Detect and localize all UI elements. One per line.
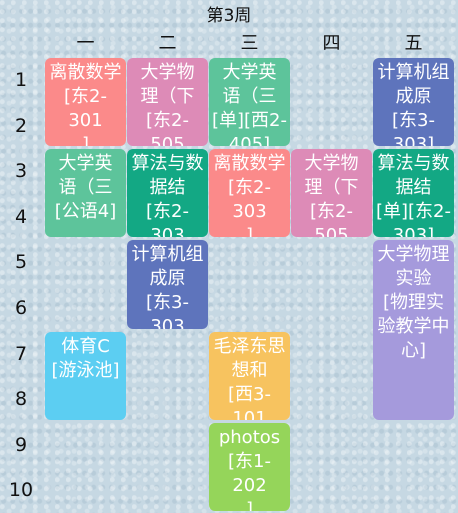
course-text-line: 离散数学 [49,62,122,83]
course-block[interactable]: 计算机组成原 [东3-303] [373,58,454,147]
course-text-line: 303] [392,225,435,238]
course-text-line: 语（三 [222,86,277,107]
course-text-line: [东2-505 [310,201,353,238]
course-text-line: 语（三 [58,177,113,199]
course-text-line: [东2-303 [146,201,189,238]
period-number: 3 [14,160,28,183]
period-number: 8 [14,388,28,411]
course-text-line: 计算机组 [131,244,204,266]
course-text-line: photos [218,426,281,448]
course-text-line: ] [245,498,254,511]
course-block[interactable]: photos [东1-202] [209,422,290,511]
course-text-line: [游泳池] [51,359,120,381]
week-title[interactable]: 第3周 [0,3,458,29]
course-text-line: [单][东2- [375,201,451,223]
course-text-line: 心] [400,340,427,362]
course-block[interactable]: 毛泽东思想和[西3-101] [209,331,290,420]
course-block[interactable]: 离散数学 [东2-303] [209,149,290,238]
course-text-line: [西3-101 [228,383,271,420]
period-number: 6 [14,297,28,319]
course-block[interactable]: 大学英 语（三 [公语4] [45,149,126,238]
course-text-line: 大学英 [222,62,277,83]
course-text-line: 理（下 [140,86,195,107]
course-text-line: ] [81,134,90,147]
course-block[interactable]: 大学英语（三 [单][西2- 405] [209,58,290,147]
course-text-line: 大学英 [58,153,113,175]
course-text-line: [东3-303 [146,292,189,329]
day-header-3: 三 [240,33,259,54]
course-block[interactable]: 离散数学 [东2-301] [45,58,126,147]
course-block[interactable]: 算法与数据结[东2-303] [127,149,208,238]
course-block[interactable]: 计算机组成原[东3-303] [127,240,208,329]
course-text-line: 想和 [231,359,268,381]
course-text-line: 离散数学 [213,153,286,175]
course-text-line: [东2-505 [146,110,189,147]
period-number: 4 [14,205,28,228]
period-number: 7 [14,342,28,365]
course-text-line: [公语4] [54,201,117,223]
course-text-line: 成原 [149,268,186,290]
course-block[interactable]: 大学物理（下[东2-505] [291,149,372,238]
course-text-line: [单][西2- [211,110,287,131]
day-header-2: 二 [158,33,177,54]
course-text-line: [东3-303] [392,110,435,147]
course-text-line: [东1-202 [228,450,271,496]
course-text-line: 实验 [395,268,432,290]
course-text-line: 验教学中 [377,316,450,338]
course-block[interactable]: 大学物理 实验 [物理实 验教学中 心] [373,240,454,420]
course-text-line: ] [245,225,254,238]
course-text-line: 据结 [149,177,186,199]
period-number: 5 [14,251,28,274]
course-text-line: [东2-301 [64,86,107,131]
period-number: 1 [14,69,28,91]
course-text-line: [物理实 [382,292,445,314]
period-number: 10 [8,479,34,502]
course-text-line: 理（下 [304,177,359,199]
course-text-line: 大学物 [304,153,359,175]
course-block[interactable]: 算法与数 据结 [单][东2- 303] [373,149,454,238]
course-text-line: 大学物理 [377,244,450,266]
course-block[interactable]: 体育C [游泳池] [45,331,126,420]
course-text-line: 算法与数 [131,153,204,175]
course-text-line: 体育C [61,335,110,357]
period-number: 9 [14,433,28,456]
course-text-line: 毛泽东思 [213,335,286,357]
course-text-line: 405] [228,134,271,147]
course-text-line: 据结 [395,177,432,199]
course-text-line: [东2-303 [228,177,271,223]
period-number: 2 [14,114,28,137]
day-header-4: 四 [322,33,341,54]
day-header-5: 五 [404,33,423,54]
course-block[interactable]: 大学物理（下[东2-505] [127,58,208,147]
course-text-line: 计算机组 [377,62,450,83]
day-header-1: 一 [76,33,95,54]
course-text-line: 大学物 [140,62,195,83]
course-text-line: 算法与数 [377,153,450,175]
course-text-line: 成原 [395,86,432,107]
